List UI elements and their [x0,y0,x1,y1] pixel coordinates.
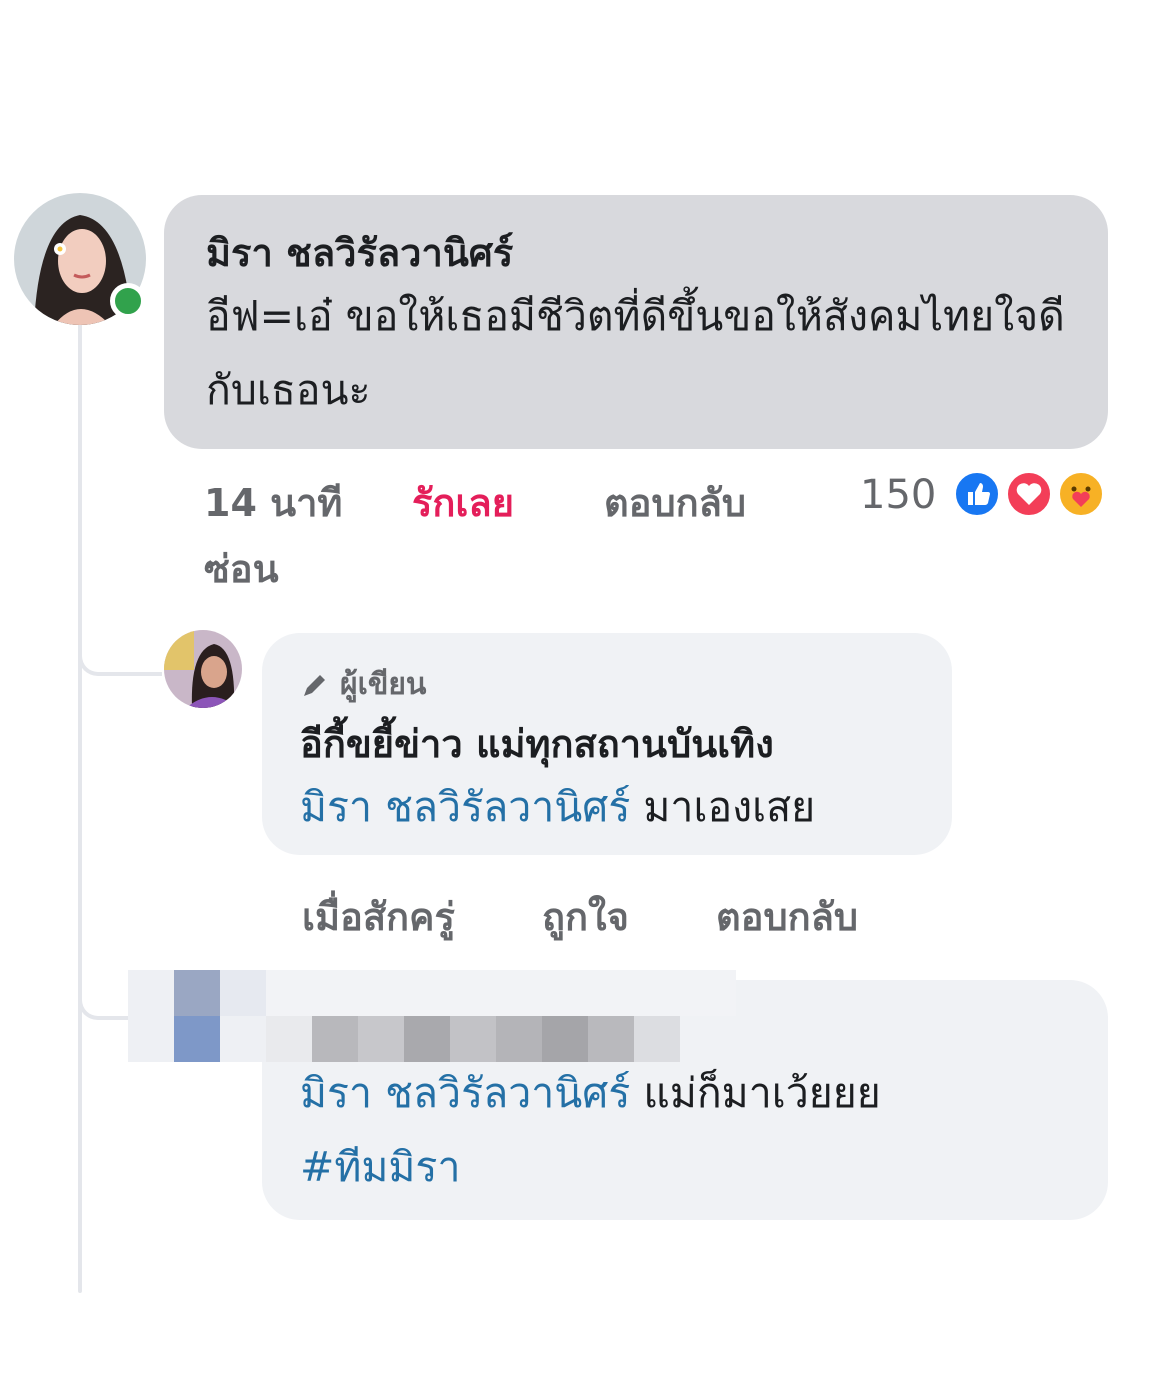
reply-actions: เมื่อสักครู่ ถูกใจ ตอบกลับ [302,886,922,939]
reply-button[interactable]: ตอบกลับ [716,886,858,947]
reply-text: มิรา ชลวิรัลวานิศร์ แม่ก็มาเว้ยยย [300,1056,881,1130]
like-button[interactable]: ถูกใจ [542,886,629,947]
like-icon [952,469,1002,519]
reply-message: มาเองเสย [643,783,816,831]
love-icon [1004,469,1054,519]
comment-bubble: มิรา ชลวิรัลวานิศร์ อีฟ=เอ๋ ขอให้เธอมีชี… [164,195,1108,449]
care-icon [1056,469,1106,519]
comment-author-name[interactable]: มิรา ชลวิรัลวานิศร์ [206,227,1078,279]
hashtag-link[interactable]: #ทีมมิรา [300,1130,881,1204]
comment-timestamp: 14 นาที [204,481,343,525]
mention-link[interactable]: มิรา ชลวิรัลวานิศร์ [300,783,630,831]
online-status-dot [110,283,146,319]
reply-bubble: ผู้เขียน อีกี้ขยี้ข่าว แม่ทุกสถานบันเทิง… [262,633,952,855]
love-button[interactable]: รักเลย [412,472,514,533]
reply-text: มิรา ชลวิรัลวานิศร์ มาเองเสย [300,770,815,844]
hide-button[interactable]: ซ่อน [204,538,279,599]
reply-button[interactable]: ตอบกลับ [604,472,746,533]
comment-text: อีฟ=เอ๋ ขอให้เธอมีชีวิตที่ดีขึ้นขอให้สัง… [206,292,1065,414]
reply-author-avatar[interactable] [164,630,242,708]
mention-link[interactable]: มิรา ชลวิรัลวานิศร์ [300,1069,630,1117]
thread-branch [78,628,162,676]
thread-line [78,318,82,1293]
author-badge: ผู้เขียน [300,661,815,708]
reply-author-name[interactable]: อีกี้ขยี้ข่าว แม่ทุกสถานบันเทิง [300,718,815,770]
author-badge-label: ผู้เขียน [340,667,427,702]
pencil-icon [304,674,325,696]
reply-message: แม่ก็มาเว้ยยย [643,1069,881,1117]
reply-timestamp: เมื่อสักครู่ [302,895,455,939]
reaction-count[interactable]: 150 [860,472,936,518]
